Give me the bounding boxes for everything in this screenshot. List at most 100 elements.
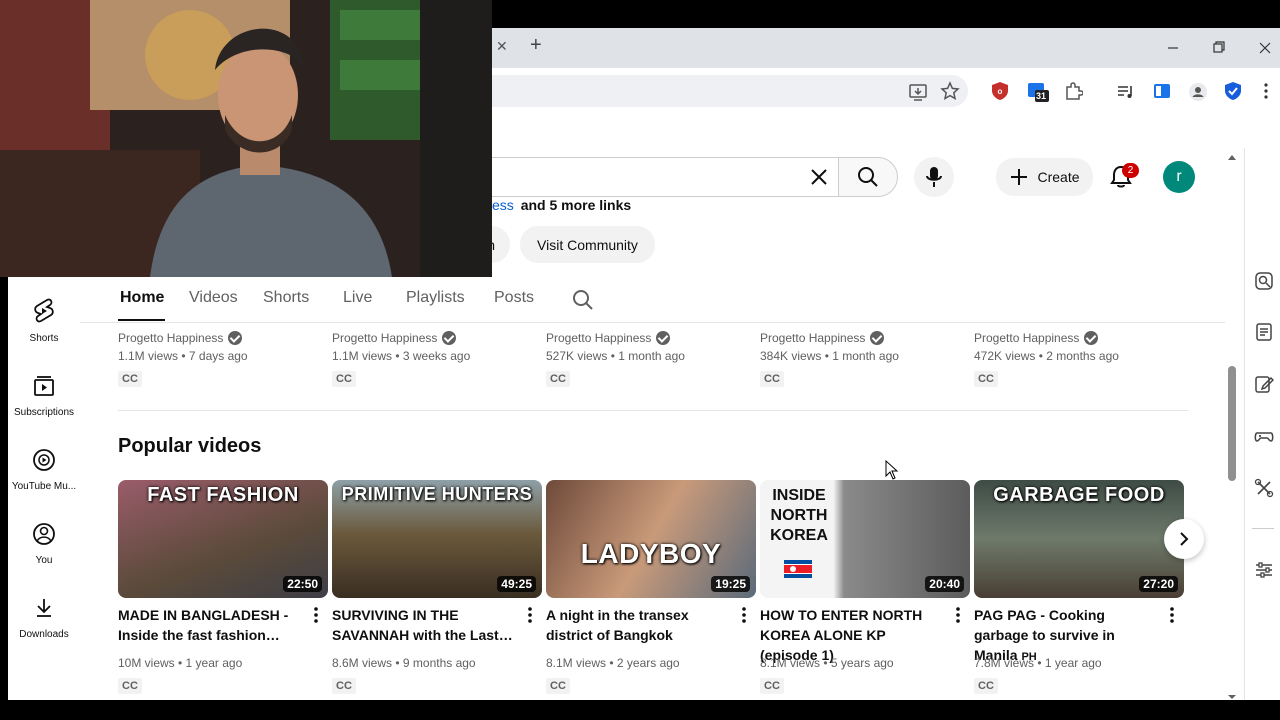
bottom-black-band (0, 700, 1280, 720)
channel-name[interactable]: Progetto Happiness (546, 331, 651, 345)
verified-check-icon (656, 331, 671, 345)
extensions-puzzle-icon[interactable] (1063, 81, 1083, 101)
rail-divider (1252, 528, 1274, 529)
shorts-icon (32, 298, 56, 324)
video-title-text: HOW TO ENTER NORTH KOREA ALONE (760, 607, 923, 643)
tab-home[interactable]: Home (120, 289, 164, 307)
video-thumbnail[interactable]: INSIDE NORTH KOREA 20:40 (760, 480, 970, 598)
video-stats: 10M views • 1 year ago (118, 656, 243, 670)
visit-community-button[interactable]: Visit Community (520, 226, 655, 263)
tab-shorts[interactable]: Shorts (263, 289, 309, 307)
prev-video-channel[interactable]: Progetto Happiness (760, 331, 885, 345)
channel-name[interactable]: Progetto Happiness (974, 331, 1079, 345)
new-tab-button[interactable]: + (530, 34, 542, 57)
video-menu-icon[interactable] (1164, 606, 1180, 624)
search-button[interactable] (838, 157, 898, 197)
tabs-divider (80, 322, 1225, 323)
channel-name[interactable]: Progetto Happiness (760, 331, 865, 345)
sidepanel-icon[interactable] (1152, 81, 1172, 101)
video-thumbnail[interactable]: FAST FASHION 22:50 (118, 480, 328, 598)
cc-badge: CC (118, 678, 142, 694)
video-title[interactable]: A night in the transex district of Bangk… (546, 605, 731, 645)
calendar-extension-icon[interactable]: 31 (1027, 81, 1051, 105)
channel-link-partial[interactable]: ess (492, 197, 514, 213)
thumbnail-caption: INSIDE NORTH KOREA (770, 487, 828, 544)
video-title[interactable]: SURVIVING IN THE SAVANNAH with the Last… (332, 605, 517, 645)
verified-check-icon (1084, 331, 1099, 345)
notes-edit-icon[interactable] (1254, 374, 1274, 394)
shelf-next-button[interactable] (1164, 519, 1204, 559)
voice-search-button[interactable] (914, 157, 954, 197)
avatar[interactable]: r (1163, 161, 1195, 193)
channel-links: ess and 5 more links (492, 197, 631, 213)
lens-search-icon[interactable] (1254, 271, 1274, 291)
sidebar-item-you[interactable]: You (8, 522, 80, 566)
prev-video-stats: 1.1M views • 7 days ago (118, 349, 248, 363)
browser-menu-icon[interactable] (1258, 81, 1274, 101)
video-menu-icon[interactable] (950, 606, 966, 624)
install-app-icon[interactable] (908, 82, 928, 102)
thumbnail-caption: FAST FASHION (147, 484, 299, 506)
tools-icon[interactable] (1254, 478, 1274, 498)
prev-video-channel[interactable]: Progetto Happiness (974, 331, 1099, 345)
bitwarden-icon[interactable] (1223, 81, 1243, 101)
media-control-icon[interactable] (1116, 82, 1136, 102)
section-divider (118, 410, 1188, 411)
plus-icon (1009, 167, 1029, 187)
video-thumbnail[interactable]: GARBAGE FOOD 27:20 (974, 480, 1184, 598)
address-bar[interactable] (440, 75, 968, 107)
video-stats: 8.1M views • 5 years ago (760, 656, 894, 670)
video-menu-icon[interactable] (308, 606, 324, 624)
cc-badge: CC (118, 371, 142, 387)
ublock-icon[interactable]: o (990, 81, 1010, 101)
tab-playlists[interactable]: Playlists (406, 289, 465, 307)
video-menu-icon[interactable] (522, 606, 538, 624)
video-menu-icon[interactable] (736, 606, 752, 624)
tab-close-button[interactable]: ✕ (496, 38, 508, 55)
close-icon[interactable] (1253, 36, 1277, 60)
video-title[interactable]: MADE IN BANGLADESH - Inside the fast fas… (118, 605, 303, 645)
channel-name[interactable]: Progetto Happiness (332, 331, 437, 345)
video-duration: 20:40 (925, 576, 964, 592)
search-input[interactable] (440, 157, 860, 197)
tab-live[interactable]: Live (343, 289, 372, 307)
prev-video-channel[interactable]: Progetto Happiness (546, 331, 671, 345)
bookmark-star-icon[interactable] (940, 81, 960, 101)
video-title-text: PAG PAG - Cooking garbage to survive in … (974, 607, 1115, 663)
tab-posts[interactable]: Posts (494, 289, 534, 307)
channel-search-icon[interactable] (571, 288, 595, 312)
sidebar-item-label: Downloads (19, 629, 69, 640)
sidebar-item-downloads[interactable]: Downloads (8, 596, 80, 640)
create-button[interactable]: Create (996, 158, 1093, 196)
profile-icon[interactable] (1188, 82, 1208, 102)
tab-videos[interactable]: Videos (189, 289, 238, 307)
prev-video-channel[interactable]: Progetto Happiness (332, 331, 457, 345)
cc-badge: CC (760, 371, 784, 387)
video-thumbnail[interactable]: LADYBOY 19:25 (546, 480, 756, 598)
sidebar-item-label: Shorts (29, 333, 59, 344)
chevron-right-icon (1176, 531, 1192, 547)
clear-search-icon[interactable] (808, 166, 830, 188)
sidebar-item-shorts[interactable]: Shorts (8, 298, 80, 344)
sidebar-item-subscriptions[interactable]: Subscriptions (8, 374, 80, 418)
search-icon (856, 165, 880, 189)
you-icon (32, 522, 56, 546)
more-links-text[interactable]: and 5 more links (521, 197, 631, 213)
thumbnail-caption: LADYBOY (580, 538, 722, 569)
scroll-up-arrow-icon[interactable] (1227, 153, 1237, 161)
left-black-strip (0, 277, 8, 700)
restore-icon[interactable] (1207, 36, 1231, 60)
popular-videos-heading[interactable]: Popular videos (118, 435, 261, 458)
customize-sliders-icon[interactable] (1254, 560, 1274, 580)
prev-video-channel[interactable]: Progetto Happiness (118, 331, 243, 345)
webcam-feed-image (0, 0, 492, 277)
sidebar-item-youtube-music[interactable]: YouTube Mu... (8, 448, 80, 492)
create-label: Create (1037, 169, 1080, 185)
gamepad-icon[interactable] (1254, 426, 1274, 446)
minimize-icon[interactable] (1162, 36, 1186, 60)
video-thumbnail[interactable]: PRIMITIVE HUNTERS 49:25 (332, 480, 542, 598)
page-scrollbar-thumb[interactable] (1228, 366, 1236, 481)
channel-name[interactable]: Progetto Happiness (118, 331, 223, 345)
notifications-button[interactable]: 2 (1108, 163, 1139, 195)
reading-list-icon[interactable] (1254, 322, 1274, 342)
